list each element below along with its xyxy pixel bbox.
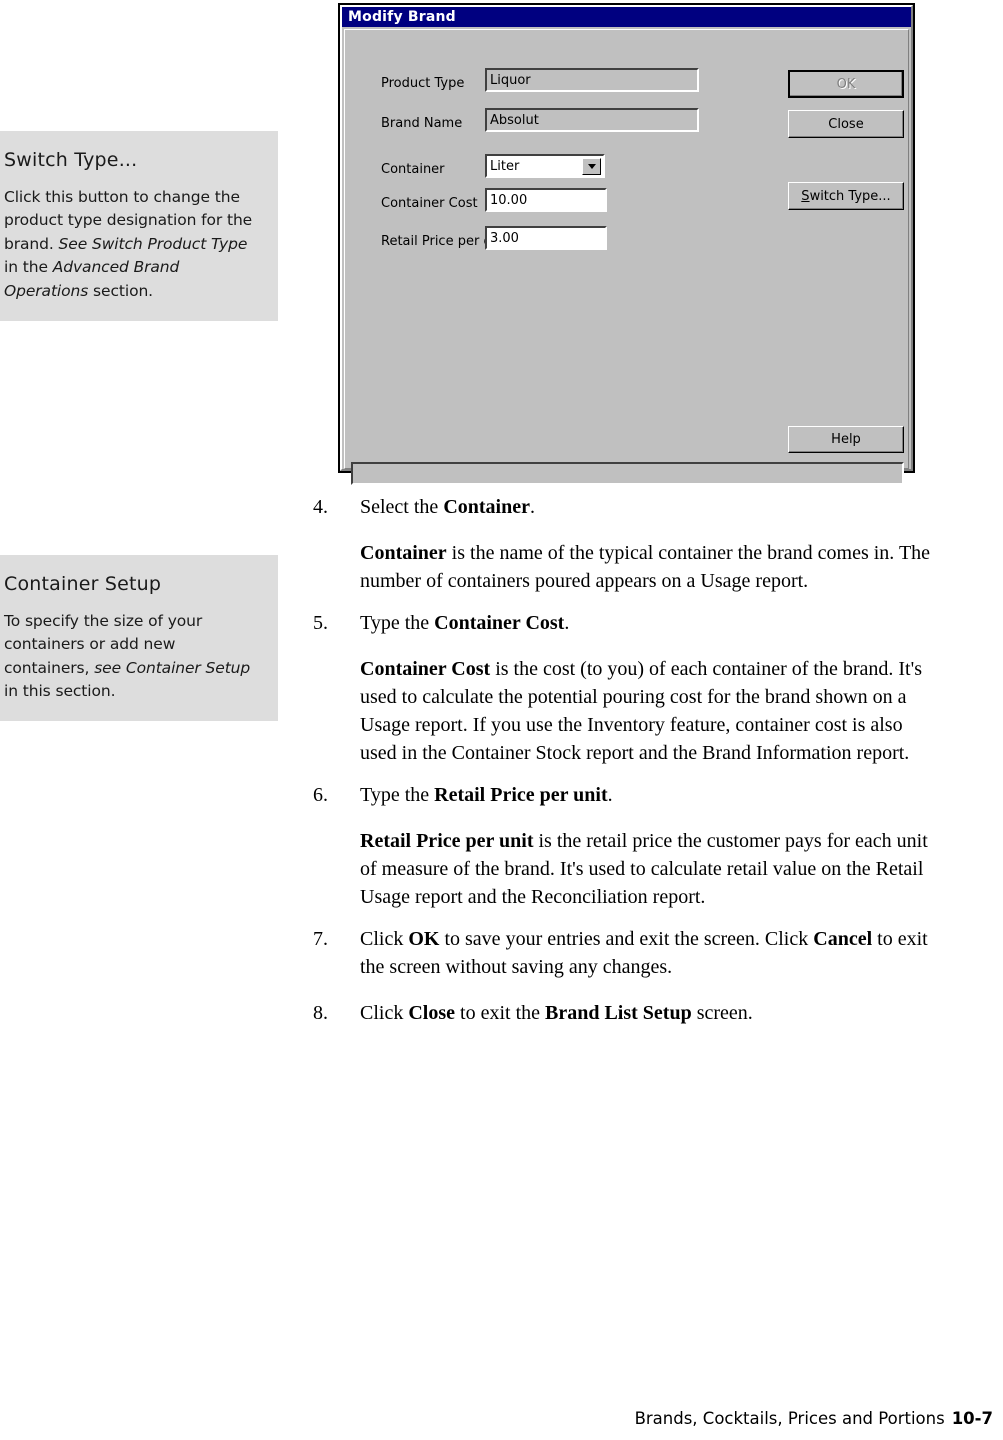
help-button[interactable]: Help — [788, 426, 904, 453]
step-8: 8. Click Close to exit the Brand List Se… — [313, 999, 938, 1027]
step-7-number: 7. — [313, 928, 328, 950]
brand-name-field: Absolut — [485, 108, 699, 132]
callout-switch-type-body: Click this button to change the product … — [4, 187, 253, 300]
switch-type-accel: S — [801, 188, 810, 204]
step-5-text: Type the Container Cost. — [360, 612, 570, 634]
paragraph-container-cost-desc: Container Cost is the cost (to you) of e… — [360, 658, 922, 764]
container-combobox-value: Liter — [490, 158, 520, 174]
step-7-text: Click OK to save your entries and exit t… — [360, 928, 928, 978]
switch-type-button[interactable]: Switch Type... — [788, 182, 904, 210]
paragraph-container-desc: Container is the name of the typical con… — [360, 542, 931, 592]
paragraph-retail-price-desc: Retail Price per unit is the retail pric… — [360, 830, 928, 908]
step-8-text: Click Close to exit the Brand List Setup… — [360, 1002, 753, 1024]
container-combobox[interactable]: Liter — [485, 154, 605, 178]
footer-page-number: 10-7 — [951, 1409, 993, 1428]
dialog-statusbar — [351, 462, 904, 485]
step-8-number: 8. — [313, 1002, 328, 1024]
step-6: 6. Type the Retail Price per unit. — [313, 781, 938, 809]
chevron-down-icon[interactable] — [582, 158, 601, 175]
step-6-number: 6. — [313, 784, 328, 806]
step-4-text: Select the Container. — [360, 496, 535, 518]
step-4: 4. Select the Container. — [313, 493, 938, 521]
retail-price-label: Retail Price per oz — [381, 234, 499, 249]
retail-price-field[interactable]: 3.00 — [485, 226, 607, 250]
dialog-titlebar: Modify Brand — [342, 7, 911, 27]
callout-container-setup-title: Container Setup — [4, 573, 162, 595]
close-button[interactable]: Close — [788, 110, 904, 138]
callout-container-setup-body: To specify the size of your containers o… — [4, 611, 251, 701]
container-cost-label: Container Cost — [381, 196, 478, 211]
step-4-number: 4. — [313, 496, 328, 518]
step-5: 5. Type the Container Cost. — [313, 609, 938, 637]
container-cost-field[interactable]: 10.00 — [485, 188, 607, 212]
brand-name-label: Brand Name — [381, 116, 463, 131]
ok-button[interactable]: OK — [788, 70, 904, 98]
callout-switch-type-title: Switch Type... — [4, 149, 138, 171]
switch-type-label: witch Type... — [809, 188, 891, 204]
step-6-text: Type the Retail Price per unit. — [360, 784, 613, 806]
dialog-client-area: Product Type Liquor Brand Name Absolut C… — [344, 29, 909, 485]
callout-switch-type: Switch Type... Click this button to chan… — [0, 131, 278, 321]
step-5-number: 5. — [313, 612, 328, 634]
page-footer: Brands, Cocktails, Prices and Portions 10… — [635, 1409, 993, 1428]
footer-chapter: Brands, Cocktails, Prices and Portions — [634, 1409, 945, 1428]
callout-container-setup: Container Setup To specify the size of y… — [0, 555, 278, 721]
product-type-field: Liquor — [485, 68, 699, 92]
product-type-label: Product Type — [381, 76, 465, 91]
modify-brand-dialog: Modify Brand Product Type Liquor Brand N… — [338, 3, 915, 485]
container-label: Container — [381, 162, 445, 177]
procedure-steps: 4. Select the Container. Container is th… — [313, 493, 938, 1027]
step-7: 7. Click OK to save your entries and exi… — [313, 925, 938, 981]
dialog-title: Modify Brand — [348, 9, 456, 25]
